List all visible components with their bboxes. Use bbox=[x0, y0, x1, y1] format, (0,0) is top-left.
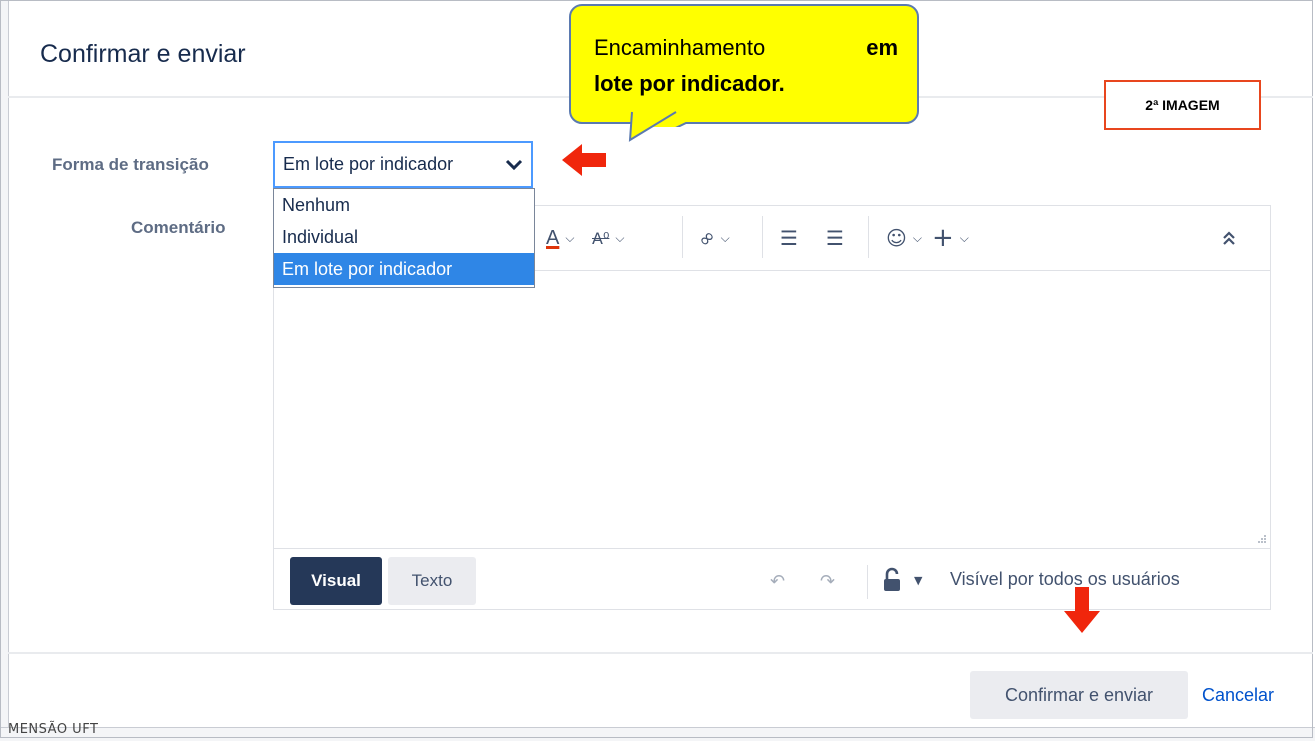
numbered-list-icon: ☰ bbox=[826, 226, 844, 250]
toolbar-separator bbox=[868, 216, 869, 258]
red-arrow-down-icon bbox=[1064, 587, 1100, 633]
undo-icon[interactable]: ↶ bbox=[770, 571, 785, 592]
numbered-list-button[interactable]: ☰ bbox=[826, 224, 844, 252]
caret-down-icon[interactable]: ▼ bbox=[914, 574, 922, 587]
bullet-list-icon: ☰ bbox=[780, 226, 798, 250]
bullet-list-button[interactable]: ☰ bbox=[780, 224, 798, 252]
callout-line2: lote por indicador. bbox=[594, 71, 785, 96]
transition-dropdown: Nenhum Individual Em lote por indicador bbox=[273, 188, 535, 288]
chevron-down-icon: ⌵ bbox=[720, 230, 730, 245]
editor-footer: Visual Texto ↶ ↷ ▼ Visível por todos os … bbox=[274, 548, 1270, 611]
comment-label: Comentário bbox=[131, 218, 226, 237]
footer-divider bbox=[8, 652, 1313, 654]
resize-handle-icon[interactable] bbox=[1256, 533, 1266, 543]
chevron-down-icon: ⌵ bbox=[912, 230, 922, 245]
text-color-icon: A bbox=[546, 226, 560, 249]
text-mode-button[interactable]: Texto bbox=[388, 557, 476, 605]
text-effects-button[interactable]: A⁰ ⌵ bbox=[592, 224, 624, 252]
transition-select-value: Em lote por indicador bbox=[283, 154, 454, 174]
chevron-down-icon: ⌵ bbox=[565, 230, 575, 245]
image-badge: 2ª IMAGEM bbox=[1104, 80, 1261, 130]
text-effects-icon: A⁰ bbox=[592, 228, 610, 248]
dropdown-option-nenhum[interactable]: Nenhum bbox=[274, 189, 534, 221]
plus-icon: + bbox=[932, 223, 954, 253]
cancel-link[interactable]: Cancelar bbox=[1202, 685, 1274, 706]
visual-mode-button[interactable]: Visual bbox=[290, 557, 382, 605]
transition-select[interactable]: Em lote por indicador bbox=[273, 141, 533, 188]
emoji-button[interactable]: ☺ ⌵ bbox=[886, 224, 922, 252]
callout-line1-right: em bbox=[866, 35, 898, 60]
redo-icon[interactable]: ↷ bbox=[820, 571, 835, 592]
callout-text: Encaminhamento em lote por indicador. bbox=[594, 30, 898, 102]
emoji-icon: ☺ bbox=[886, 226, 907, 250]
chevron-down-icon: ⌵ bbox=[615, 230, 625, 245]
callout-tail bbox=[628, 110, 678, 142]
toolbar-separator bbox=[682, 216, 683, 258]
collapse-toolbar-button[interactable] bbox=[1222, 224, 1236, 252]
link-button[interactable]: ∞ ⌵ bbox=[692, 224, 730, 253]
chevron-down-icon: ⌵ bbox=[959, 230, 969, 245]
chevron-down-icon bbox=[505, 159, 523, 171]
confirm-send-button[interactable]: Confirmar e enviar bbox=[970, 671, 1188, 719]
callout-line1-left: Encaminhamento bbox=[594, 35, 766, 60]
unlock-icon[interactable] bbox=[882, 567, 904, 593]
dropdown-option-individual[interactable]: Individual bbox=[274, 221, 534, 253]
transition-label: Forma de transição bbox=[52, 155, 209, 174]
footer-separator bbox=[867, 565, 868, 599]
toolbar-separator bbox=[762, 216, 763, 258]
dropdown-option-em-lote[interactable]: Em lote por indicador bbox=[274, 253, 534, 285]
link-icon: ∞ bbox=[691, 223, 721, 253]
dialog-title: Confirmar e enviar bbox=[40, 40, 246, 68]
text-color-button[interactable]: A ⌵ bbox=[546, 224, 574, 252]
collapse-icon bbox=[1223, 231, 1235, 245]
red-arrow-left-icon bbox=[562, 144, 606, 176]
insert-more-button[interactable]: + ⌵ bbox=[932, 223, 969, 253]
